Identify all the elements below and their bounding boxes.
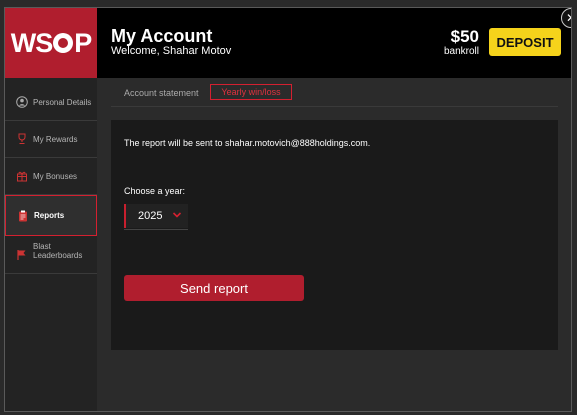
bankroll-label: bankroll (443, 46, 479, 57)
sidebar-item-label: My Bonuses (33, 171, 78, 181)
bankroll-amount: $50 (450, 27, 479, 46)
report-recipient-text: The report will be sent to shahar.motovi… (124, 138, 371, 148)
page-title: My Account (111, 26, 213, 46)
send-report-button[interactable]: Send report (124, 275, 304, 301)
logo-text-left: WS (10, 27, 53, 58)
year-select-underline (124, 229, 188, 230)
clipboard-icon (16, 209, 30, 223)
sidebar-item-label: Personal Details (33, 97, 92, 107)
person-icon (15, 95, 29, 109)
report-panel: The report will be sent to shahar.motovi… (111, 120, 558, 350)
sidebar-item-my-bonuses[interactable]: My Bonuses (5, 158, 97, 195)
deposit-button[interactable]: DEPOSIT (489, 28, 561, 56)
flag-icon (15, 248, 29, 262)
sidebar-item-blast-leaderboards[interactable]: Blast Leaderboards (5, 236, 97, 274)
sidebar-item-reports[interactable]: Reports (5, 195, 97, 236)
sidebar-item-personal-details[interactable]: Personal Details (5, 84, 97, 121)
wsop-logo: WS P (5, 8, 97, 78)
report-tabs: Account statement Yearly win/loss (97, 78, 571, 108)
sidebar-item-label: Blast Leaderboards (33, 242, 83, 260)
close-icon[interactable]: ✕ (561, 8, 571, 28)
sidebar-item-label: My Rewards (33, 134, 78, 144)
sidebar-item-label: Reports (34, 211, 65, 220)
tab-yearly-win-loss[interactable]: Yearly win/loss (210, 84, 292, 100)
selected-year: 2025 (138, 210, 163, 222)
chevron-down-icon (172, 210, 182, 223)
tab-account-statement[interactable]: Account statement (124, 88, 199, 98)
logo-text-right: P (74, 27, 92, 58)
choose-year-label: Choose a year: (124, 186, 186, 196)
account-window: WS P My Account Welcome, Shahar Motov $5… (4, 7, 572, 412)
year-select[interactable]: 2025 (124, 204, 188, 228)
header: WS P My Account Welcome, Shahar Motov $5… (5, 8, 571, 78)
poker-chip-icon (53, 33, 74, 53)
main-content: Account statement Yearly win/loss The re… (97, 78, 571, 411)
tab-divider (111, 106, 558, 107)
welcome-text: Welcome, Shahar Motov (111, 45, 232, 57)
trophy-icon (15, 132, 29, 146)
gift-icon (15, 169, 29, 183)
sidebar-item-my-rewards[interactable]: My Rewards (5, 121, 97, 158)
sidebar: Personal Details My Rewards My Bonuses R… (5, 78, 97, 411)
